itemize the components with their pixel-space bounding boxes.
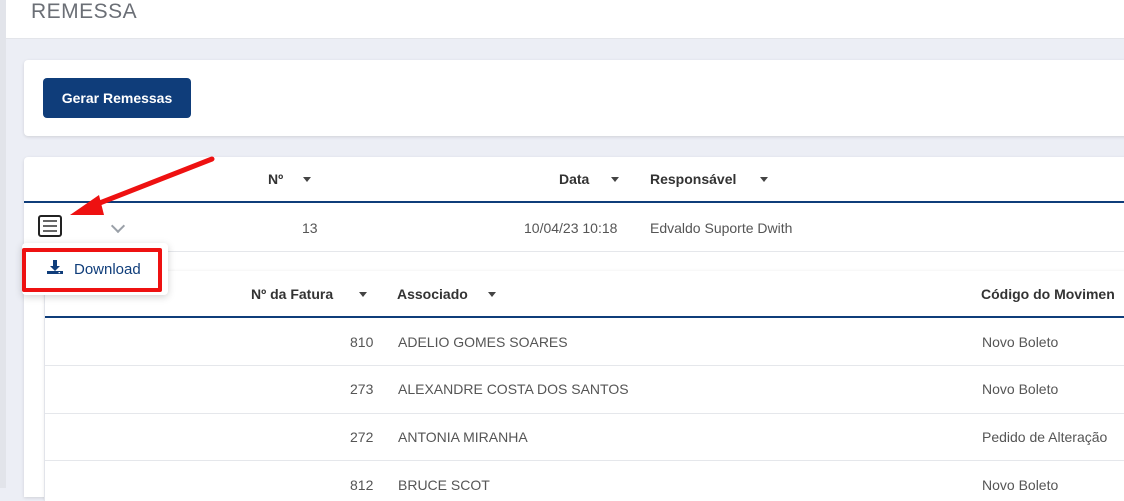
remittance-table: Nº Data Responsável 13 10/04/23 10:18 Ed… (24, 157, 1124, 501)
invoice-number: 810 (350, 334, 374, 350)
associate-name: ANTONIA MIRANHA (398, 429, 528, 445)
generate-remittances-button[interactable]: Gerar Remessas (43, 78, 191, 118)
row-date: 10/04/23 10:18 (524, 220, 618, 236)
col-header-date[interactable]: Data (559, 171, 589, 187)
invoice-number: 812 (350, 477, 374, 493)
page-title: REMESSA (31, 0, 138, 23)
associate-name: ADELIO GOMES SOARES (398, 334, 568, 350)
col-header-number[interactable]: Nº (268, 171, 283, 187)
sort-caret-icon[interactable] (488, 292, 496, 297)
associate-name: BRUCE SCOT (398, 477, 490, 493)
invoice-number: 273 (350, 381, 374, 397)
download-menu-item[interactable]: Download (46, 259, 141, 279)
movement-code: Novo Boleto (982, 334, 1059, 350)
movement-code: Novo Boleto (982, 477, 1059, 493)
associate-name: ALEXANDRE COSTA DOS SANTOS (398, 381, 629, 397)
page-header: REMESSA (6, 0, 1124, 39)
movement-code: Pedido de Alteração (982, 429, 1108, 445)
row-number: 13 (302, 220, 318, 236)
row-divider (24, 251, 1124, 252)
invoice-subtable: Nº da Fatura Associado Código do Movimen… (44, 271, 1124, 501)
download-label: Download (74, 260, 141, 278)
invoice-number: 272 (350, 429, 374, 445)
chevron-down-icon[interactable] (110, 218, 126, 234)
col-header-responsible[interactable]: Responsável (650, 171, 736, 187)
left-gutter (0, 0, 6, 488)
row-divider (45, 460, 1124, 461)
row-divider (45, 365, 1124, 366)
subheader-divider (45, 316, 1124, 318)
row-actions-dropdown: Download (22, 243, 168, 295)
actions-card: Gerar Remessas (24, 60, 1124, 136)
row-divider (45, 413, 1124, 414)
download-icon (46, 259, 64, 279)
col-header-movement-code[interactable]: Código do Movimen (981, 286, 1115, 302)
sort-caret-icon[interactable] (359, 292, 367, 297)
sort-caret-icon[interactable] (760, 177, 768, 182)
sort-caret-icon[interactable] (303, 177, 311, 182)
header-divider (24, 201, 1124, 203)
sort-caret-icon[interactable] (611, 177, 619, 182)
col-header-invoice[interactable]: Nº da Fatura (251, 286, 333, 302)
row-responsible: Edvaldo Suporte Dwith (650, 220, 793, 236)
row-actions-menu-button[interactable] (38, 215, 62, 237)
col-header-associate[interactable]: Associado (397, 286, 468, 302)
movement-code: Novo Boleto (982, 381, 1059, 397)
